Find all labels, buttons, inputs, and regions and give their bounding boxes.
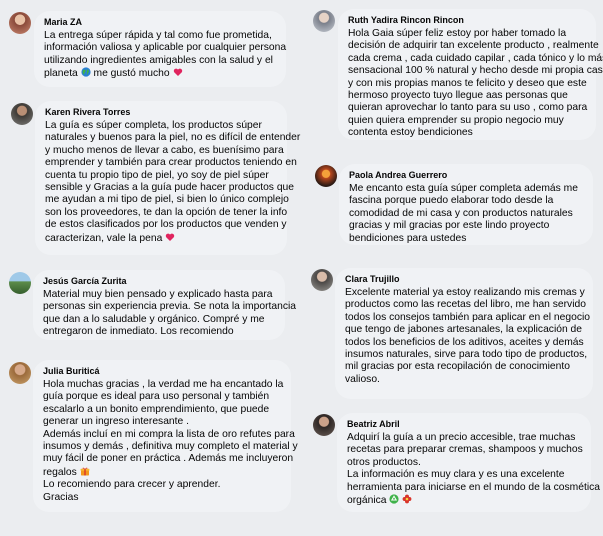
comment-author[interactable]: Clara Trujillo (345, 274, 583, 284)
comment-text: Excelente material ya estoy realizando m… (345, 287, 590, 385)
avatar[interactable] (11, 103, 33, 125)
comment-text: Hola Gaia súper feliz estoy por haber to… (348, 28, 603, 139)
avatar[interactable] (9, 12, 31, 34)
comment-text: Me encanto esta guía súper completa adem… (349, 183, 578, 244)
avatar[interactable] (313, 10, 335, 32)
gift-icon (80, 467, 90, 476)
avatar[interactable] (9, 272, 31, 294)
comment-text: Hola muchas gracias , la verdad me ha en… (43, 379, 298, 503)
comment-author[interactable]: Karen Rivera Torres (45, 107, 277, 117)
comment-julia-buritica: Julia Buriticá Hola muchas gracias , la … (33, 360, 298, 512)
comment-text: La guía es súper completa, los productos… (45, 120, 301, 244)
comment-maria-za: Maria ZA La entrega súper rápida y tal c… (34, 11, 286, 87)
heart-icon (166, 233, 175, 241)
comment-text: Material muy bien pensado y explicado ha… (43, 289, 296, 338)
comment-text: La entrega súper rápida y tal como fue p… (44, 30, 287, 80)
comment-author[interactable]: Julia Buriticá (43, 366, 281, 376)
comment-author[interactable]: Beatriz Abril (347, 419, 581, 429)
recycle-icon (389, 494, 399, 504)
comment-author[interactable]: Paola Andrea Guerrero (349, 170, 583, 180)
comment-beatriz-abril: Beatriz Abril Adquirí la guía a un preci… (337, 413, 600, 512)
avatar[interactable] (9, 362, 31, 384)
flower-icon (402, 494, 412, 504)
heart-icon (173, 68, 182, 77)
comment-jesus-garcia-zurita: Jesús García Zurita Material muy bien pe… (33, 270, 296, 340)
comment-paola-andrea-guerrero: Paola Andrea Guerrero Me encanto esta gu… (339, 164, 593, 245)
globe-icon (81, 67, 91, 77)
comment-clara-trujillo: Clara Trujillo Excelente material ya est… (335, 268, 593, 399)
comment-author[interactable]: Ruth Yadira Rincon Rincon (348, 15, 586, 25)
comment-author[interactable]: Maria ZA (44, 17, 276, 27)
avatar[interactable] (311, 269, 333, 291)
avatar[interactable] (313, 414, 335, 436)
comment-ruth-yadira-rincon-rincon: Ruth Yadira Rincon Rincon Hola Gaia súpe… (338, 9, 603, 140)
comment-karen-rivera-torres: Karen Rivera Torres La guía es súper com… (35, 101, 301, 255)
avatar[interactable] (315, 165, 337, 187)
comment-author[interactable]: Jesús García Zurita (43, 276, 275, 286)
comment-text: Adquirí la guía a un precio accesible, t… (347, 432, 600, 507)
